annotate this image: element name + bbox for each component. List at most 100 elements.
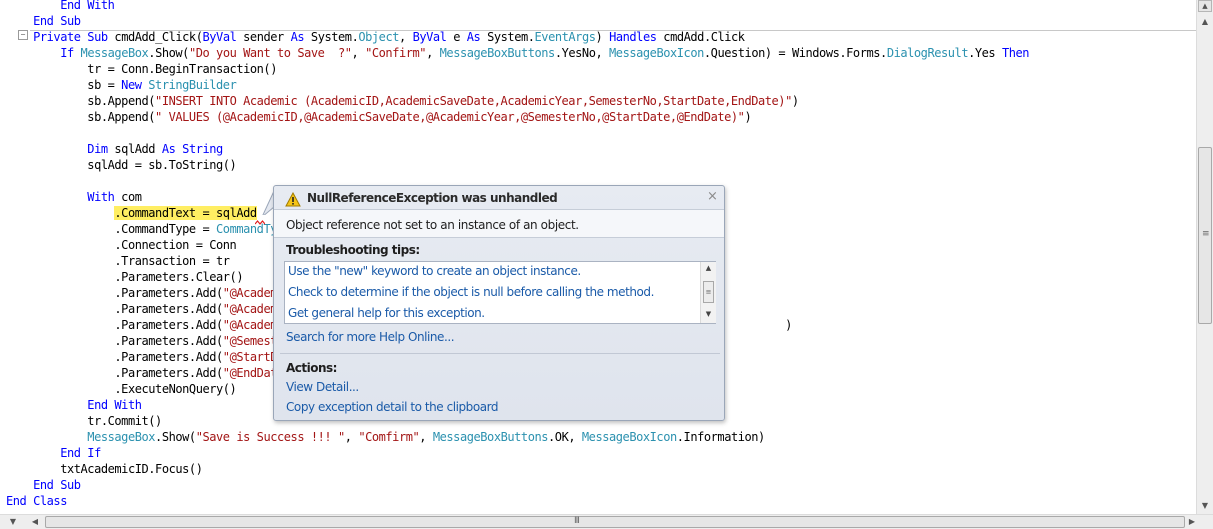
code-token: DialogResult	[886, 46, 969, 60]
code-line: sb.Append("INSERT INTO Academic (Academi…	[6, 93, 799, 109]
code-token: With	[87, 190, 115, 204]
code-token: "INSERT INTO Academic (AcademicID,Academ…	[155, 94, 792, 108]
exception-title: NullReferenceException was unhandled	[307, 191, 558, 205]
current-statement-highlight: .CommandText = sqlAdd	[114, 206, 257, 220]
code-token: .Parameters.Add(	[6, 286, 223, 300]
scroll-right-icon[interactable]: ▶	[1185, 515, 1199, 529]
code-token: "Do you Want to Save ?"	[188, 46, 352, 60]
code-token: End Class	[6, 494, 67, 508]
code-line: With com	[6, 189, 142, 205]
code-token: .Parameters.Add(	[6, 350, 223, 364]
code-token: MessageBoxButtons	[432, 430, 549, 444]
code-line: MessageBox.Show("Save is Success !!! ", …	[6, 429, 765, 445]
close-icon[interactable]: ×	[707, 190, 718, 203]
code-line: End If	[6, 445, 101, 461]
scroll-up-icon[interactable]: ▲	[701, 264, 716, 272]
code-token: ,	[351, 46, 366, 60]
code-token: String	[182, 142, 223, 156]
code-token: .Transaction = tr	[6, 254, 230, 268]
vertical-scroll-thumb[interactable]: ≡	[1198, 147, 1212, 324]
search-help-online-link[interactable]: Search for more Help Online...	[286, 330, 455, 344]
code-token: If	[60, 46, 74, 60]
code-token: ,	[399, 30, 413, 44]
code-token: sb.Append(	[6, 94, 156, 108]
horizontal-scroll-thumb[interactable]: III	[45, 516, 1185, 528]
code-line: tr = Conn.BeginTransaction()	[6, 61, 277, 77]
code-token: tr.Commit()	[6, 414, 162, 428]
code-token: .Question) = Windows.Forms.	[703, 46, 887, 60]
code-token: End With	[87, 398, 142, 412]
code-token: MessageBox	[80, 46, 149, 60]
tip-link-new-keyword[interactable]: Use the "new" keyword to create an objec…	[288, 264, 581, 278]
code-token: .Parameters.Add(	[6, 302, 223, 316]
view-detail-link[interactable]: View Detail...	[286, 380, 359, 394]
code-token: ,	[426, 46, 440, 60]
code-token: sqlAdd	[107, 142, 162, 156]
code-token: tr = Conn.BeginTransaction()	[6, 62, 277, 76]
split-handle-icon[interactable]: ▲	[1198, 0, 1212, 12]
code-token: "Comfirm"	[358, 430, 420, 444]
code-token: .Connection = Conn	[6, 238, 237, 252]
troubleshooting-tips-list[interactable]: Use the "new" keyword to create an objec…	[284, 261, 716, 324]
code-line: Dim sqlAdd As String	[6, 141, 223, 157]
code-token: .Show(	[155, 430, 196, 444]
code-token: cmdAdd.Click	[656, 30, 745, 44]
code-token: )	[595, 30, 610, 44]
code-token: MessageBoxButtons	[439, 46, 556, 60]
code-token: End Sub	[33, 478, 81, 492]
exception-assistant-popup: NullReferenceException was unhandled × O…	[273, 185, 725, 421]
code-token: StringBuilder	[148, 78, 237, 92]
tips-scrollbar[interactable]: ▲ ≡ ▼	[700, 262, 716, 323]
code-line: End Sub	[6, 477, 81, 493]
scroll-left-icon[interactable]: ◀	[28, 515, 42, 529]
code-token: )	[744, 110, 752, 124]
code-token: EventArgs	[534, 30, 596, 44]
dropdown-arrow-icon[interactable]: ▼	[0, 515, 26, 529]
code-line: sb = New StringBuilder	[6, 77, 237, 93]
code-line: End Class	[6, 493, 67, 509]
horizontal-scrollbar[interactable]: ▼ ◀ III ▶	[0, 514, 1213, 529]
troubleshooting-heading: Troubleshooting tips:	[286, 243, 420, 257]
tip-link-general-help[interactable]: Get general help for this exception.	[288, 306, 485, 320]
exception-message: Object reference not set to an instance …	[286, 218, 579, 232]
code-line: .Connection = Conn	[6, 237, 236, 253]
code-line: End With	[6, 397, 142, 413]
scroll-up-icon[interactable]: ▲	[1197, 14, 1213, 30]
code-token: sender	[236, 30, 291, 44]
code-token: sqlAdd = sb.ToString()	[6, 158, 237, 172]
code-token: .Show(	[148, 46, 189, 60]
code-token: txtAcademicID.Focus()	[6, 462, 203, 476]
code-token: .Information)	[676, 430, 766, 444]
code-token: Handles	[609, 30, 657, 44]
code-token: End Sub	[33, 14, 81, 28]
scroll-down-icon[interactable]: ▼	[1197, 498, 1213, 514]
code-token: .YesNo,	[554, 46, 610, 60]
warning-icon	[285, 192, 301, 207]
code-token: .CommandType =	[6, 222, 217, 236]
exception-message-area: Object reference not set to an instance …	[274, 209, 724, 238]
scroll-down-icon[interactable]: ▼	[701, 310, 716, 318]
tips-scroll-thumb[interactable]: ≡	[703, 281, 714, 303]
divider	[280, 353, 720, 354]
grip-icon: ≡	[1202, 229, 1210, 239]
code-token: cmdAdd_Click(	[107, 30, 203, 44]
code-line: .CommandText = sqlAdd	[6, 205, 257, 221]
vertical-scrollbar[interactable]: ▲ ▲ ≡ ▼	[1196, 0, 1213, 514]
code-line: .ExecuteNonQuery()	[6, 381, 236, 397]
code-token: As	[161, 142, 176, 156]
code-token: com	[114, 190, 142, 204]
code-line: If MessageBox.Show("Do you Want to Save …	[6, 45, 1029, 61]
code-token: e	[446, 30, 467, 44]
tip-link-check-null[interactable]: Check to determine if the object is null…	[288, 285, 654, 299]
copy-exception-detail-link[interactable]: Copy exception detail to the clipboard	[286, 400, 499, 414]
code-token: End If	[60, 446, 101, 460]
